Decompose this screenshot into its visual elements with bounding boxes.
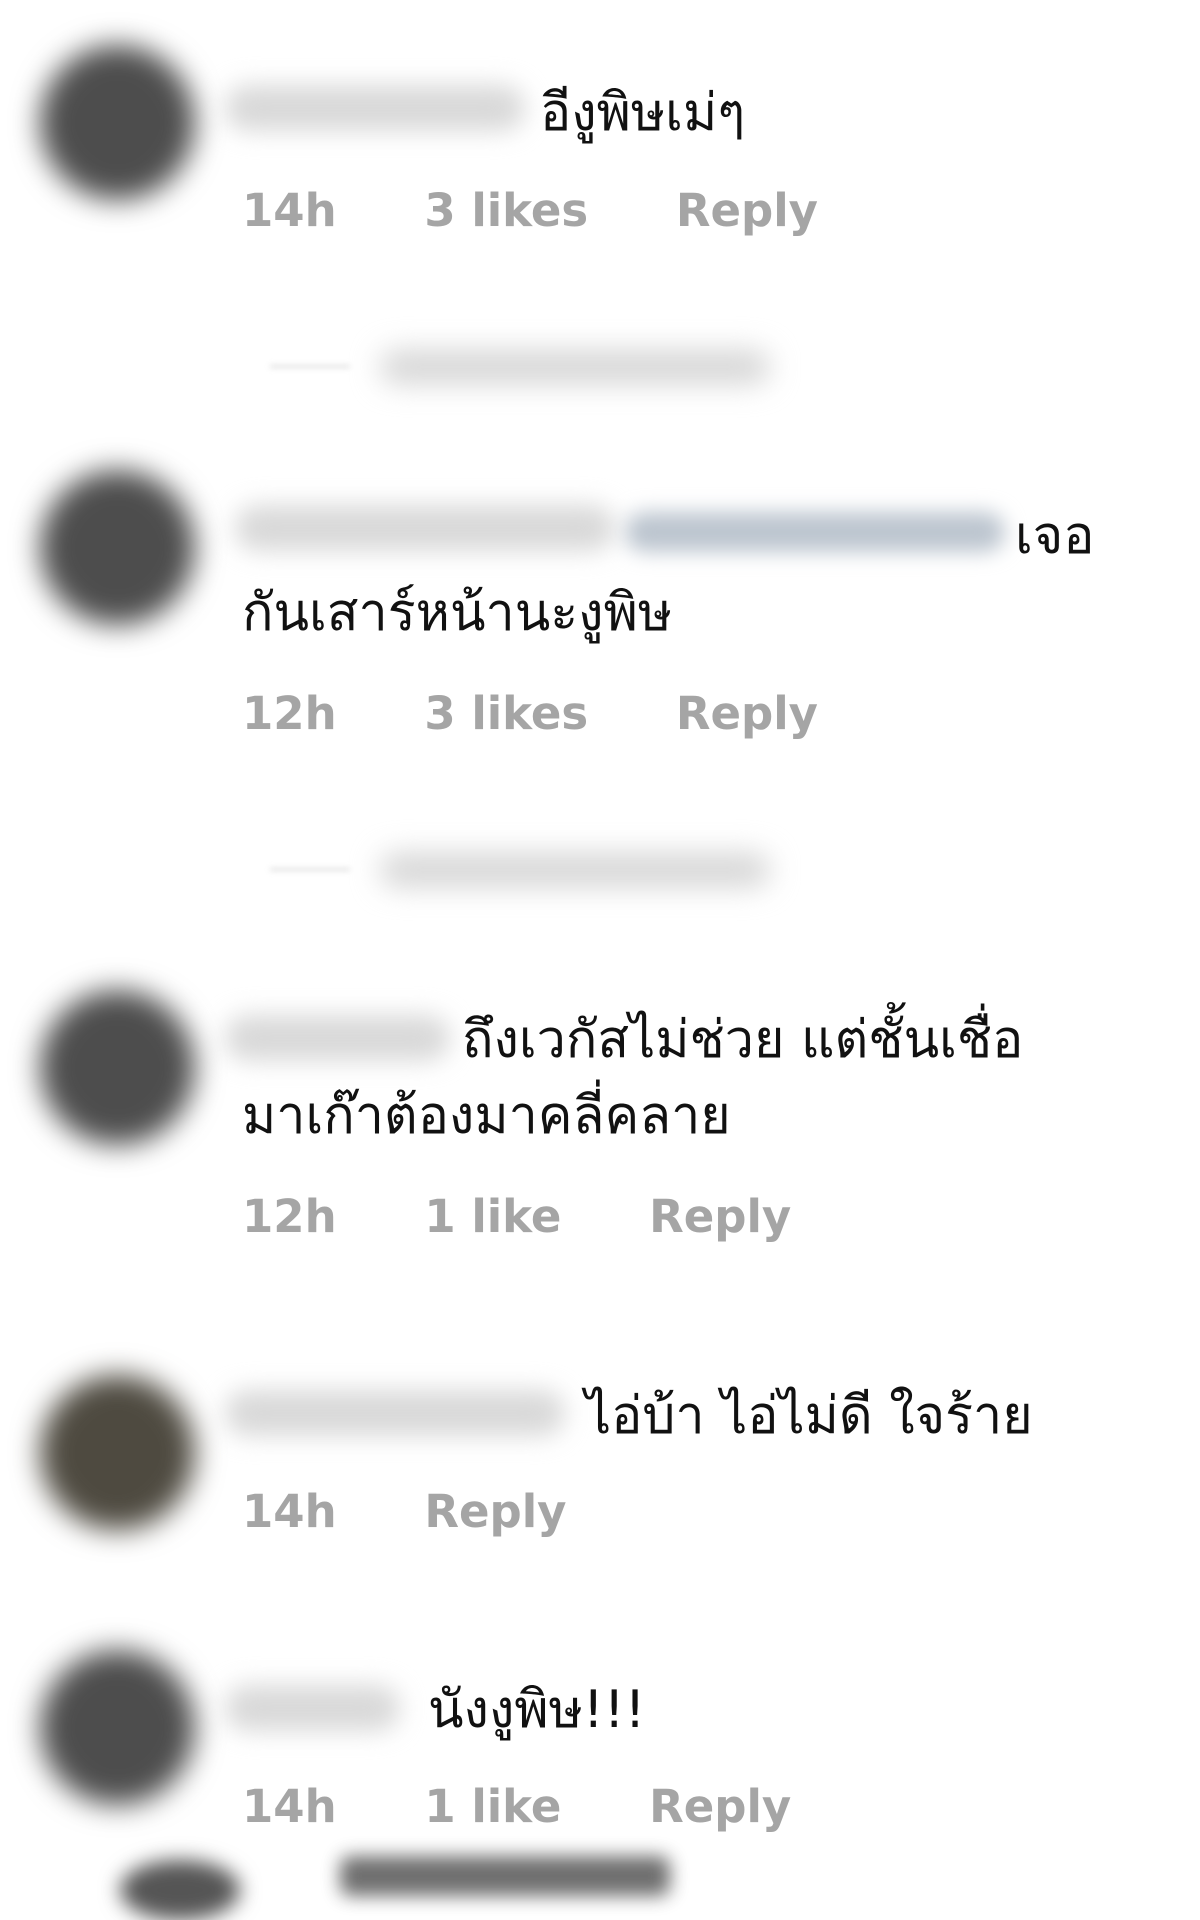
username-blurred[interactable] (225, 1015, 450, 1061)
reply-button[interactable]: Reply (649, 1780, 791, 1833)
username-blurred[interactable] (225, 1685, 400, 1731)
reply-button[interactable]: Reply (676, 184, 818, 237)
comment-text-cutoff (340, 1856, 670, 1896)
view-replies-blurred[interactable] (380, 350, 770, 384)
comment-time: 12h (242, 1190, 337, 1243)
comment-likes[interactable]: 3 likes (424, 184, 588, 237)
comment-text: เจอ (1015, 506, 1095, 566)
username-blurred[interactable] (235, 505, 615, 551)
comment-text: ไอ่บ้า ไอ่ไม่ดี ใจร้าย (585, 1386, 1033, 1446)
comment-time: 14h (242, 1780, 337, 1833)
view-replies-line[interactable] (270, 365, 350, 368)
avatar[interactable] (40, 1650, 195, 1805)
reply-button[interactable]: Reply (424, 1485, 566, 1538)
comment-text: อีงูพิษเม่ๆ (540, 83, 746, 143)
next-comment-partial (40, 1850, 740, 1920)
comment-meta: 12h 1 like Reply (242, 1190, 863, 1243)
comment-text-line-2: กันเสาร์หน้านะงูพิษ (242, 583, 673, 643)
comment-text-line-2: มาเก๊าต้องมาคลี่คลาย (242, 1086, 731, 1146)
comment-text: นังงูพิษ!!! (428, 1680, 646, 1740)
comment-meta: 14h Reply (242, 1485, 639, 1538)
avatar[interactable] (40, 990, 195, 1145)
view-replies-blurred[interactable] (380, 853, 770, 887)
comment-time: 14h (242, 1485, 337, 1538)
mention-blurred[interactable] (625, 512, 1005, 552)
avatar[interactable] (40, 45, 195, 200)
comment-time: 14h (242, 184, 337, 237)
avatar[interactable] (40, 470, 195, 625)
comment-text: ถึงเวกัสไม่ช่วย แต่ชั้นเชื่อ (462, 1010, 1024, 1070)
avatar[interactable] (40, 1375, 195, 1530)
reply-button[interactable]: Reply (676, 687, 818, 740)
view-replies-line[interactable] (270, 868, 350, 871)
username-blurred[interactable] (225, 85, 525, 131)
avatar[interactable] (120, 1860, 240, 1920)
comment-meta: 12h 3 likes Reply (242, 687, 890, 740)
reply-button[interactable]: Reply (649, 1190, 791, 1243)
comment-time: 12h (242, 687, 337, 740)
comment-meta: 14h 1 like Reply (242, 1780, 863, 1833)
username-blurred[interactable] (225, 1390, 565, 1436)
comment-meta: 14h 3 likes Reply (242, 184, 890, 237)
comment-likes[interactable]: 1 like (424, 1780, 561, 1833)
comment-likes[interactable]: 1 like (424, 1190, 561, 1243)
comment-likes[interactable]: 3 likes (424, 687, 588, 740)
